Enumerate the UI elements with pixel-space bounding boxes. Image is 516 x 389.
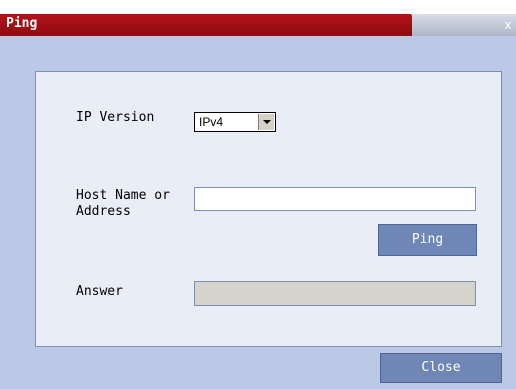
title-bar-accent (0, 14, 430, 36)
chevron-down-icon[interactable] (258, 114, 274, 130)
ip-version-value: IPv4 (199, 115, 224, 129)
ping-button[interactable]: Ping (378, 224, 477, 256)
host-name-label: Host Name or Address (76, 188, 170, 219)
host-name-input[interactable] (194, 187, 476, 211)
ping-panel: IP Version IPv4 Host Name or Address Pin… (35, 71, 502, 347)
ping-dialog: Ping x IP Version IPv4 Host Name or Addr… (0, 0, 516, 389)
title-bar: Ping x (0, 0, 516, 36)
answer-label: Answer (76, 284, 123, 299)
answer-field (194, 281, 476, 306)
close-button[interactable]: Close (380, 353, 502, 383)
close-icon[interactable]: x (500, 14, 516, 36)
window-title: Ping (6, 16, 38, 31)
ip-version-label: IP Version (76, 110, 155, 125)
ip-version-select[interactable]: IPv4 (194, 112, 276, 132)
